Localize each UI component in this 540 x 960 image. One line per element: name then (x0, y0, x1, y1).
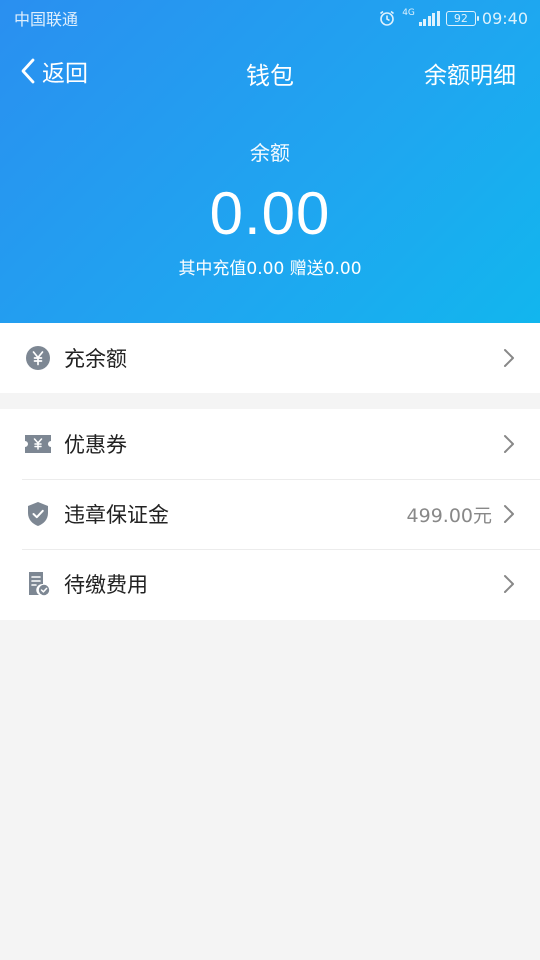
recharge-section: 充余额 (0, 323, 540, 393)
chevron-right-icon (502, 434, 516, 454)
menu-item-label: 优惠券 (64, 433, 127, 457)
menu-item-value: 499.00元 (406, 504, 492, 527)
bill-icon (24, 570, 52, 598)
menu-item-label: 违章保证金 (64, 503, 169, 527)
chevron-left-icon (21, 58, 35, 84)
battery-level: 92 (453, 11, 468, 25)
status-bar: 中国联通 4G 92 09:40 (0, 0, 540, 36)
battery-icon: 92 (445, 10, 479, 26)
chevron-right-icon (502, 348, 516, 368)
back-label: 返回 (42, 61, 88, 87)
menu-item-coupons[interactable]: 优惠券 (0, 409, 540, 479)
balance-amount: 0.00 (209, 180, 331, 247)
balance-label: 余额 (250, 141, 290, 165)
status-icons: 4G 92 09:40 (378, 7, 528, 28)
wallet-menu-section: 优惠券 违章保证金 499.00元 待缴费用 (0, 409, 540, 620)
menu-item-recharge[interactable]: 充余额 (0, 323, 540, 393)
menu-item-violation-deposit[interactable]: 违章保证金 499.00元 (0, 479, 540, 549)
shield-check-icon (24, 500, 52, 528)
menu-item-label: 充余额 (64, 347, 127, 371)
nav-bar: 返回 钱包 余额明细 (0, 46, 540, 96)
alarm-icon (380, 10, 395, 26)
chevron-right-icon (502, 574, 516, 594)
menu-item-label: 待缴费用 (64, 573, 148, 597)
carrier-label: 中国联通 (14, 10, 79, 29)
signal-icon (418, 10, 440, 26)
yuan-coin-icon (24, 344, 52, 372)
wallet-header: 中国联通 4G 92 09:40 返回 钱包 余额明细 余额 0.00 其中充值… (0, 0, 540, 323)
back-button[interactable]: 返回 (20, 54, 88, 88)
balance-details-link[interactable]: 余额明细 (424, 56, 516, 90)
balance-breakdown: 其中充值0.00 赠送0.00 (178, 259, 362, 279)
clock: 09:40 (481, 8, 528, 28)
menu-item-pending-fees[interactable]: 待缴费用 (0, 549, 540, 619)
network-type: 4G (402, 7, 415, 18)
coupon-icon (24, 430, 52, 458)
chevron-right-icon (502, 504, 516, 524)
